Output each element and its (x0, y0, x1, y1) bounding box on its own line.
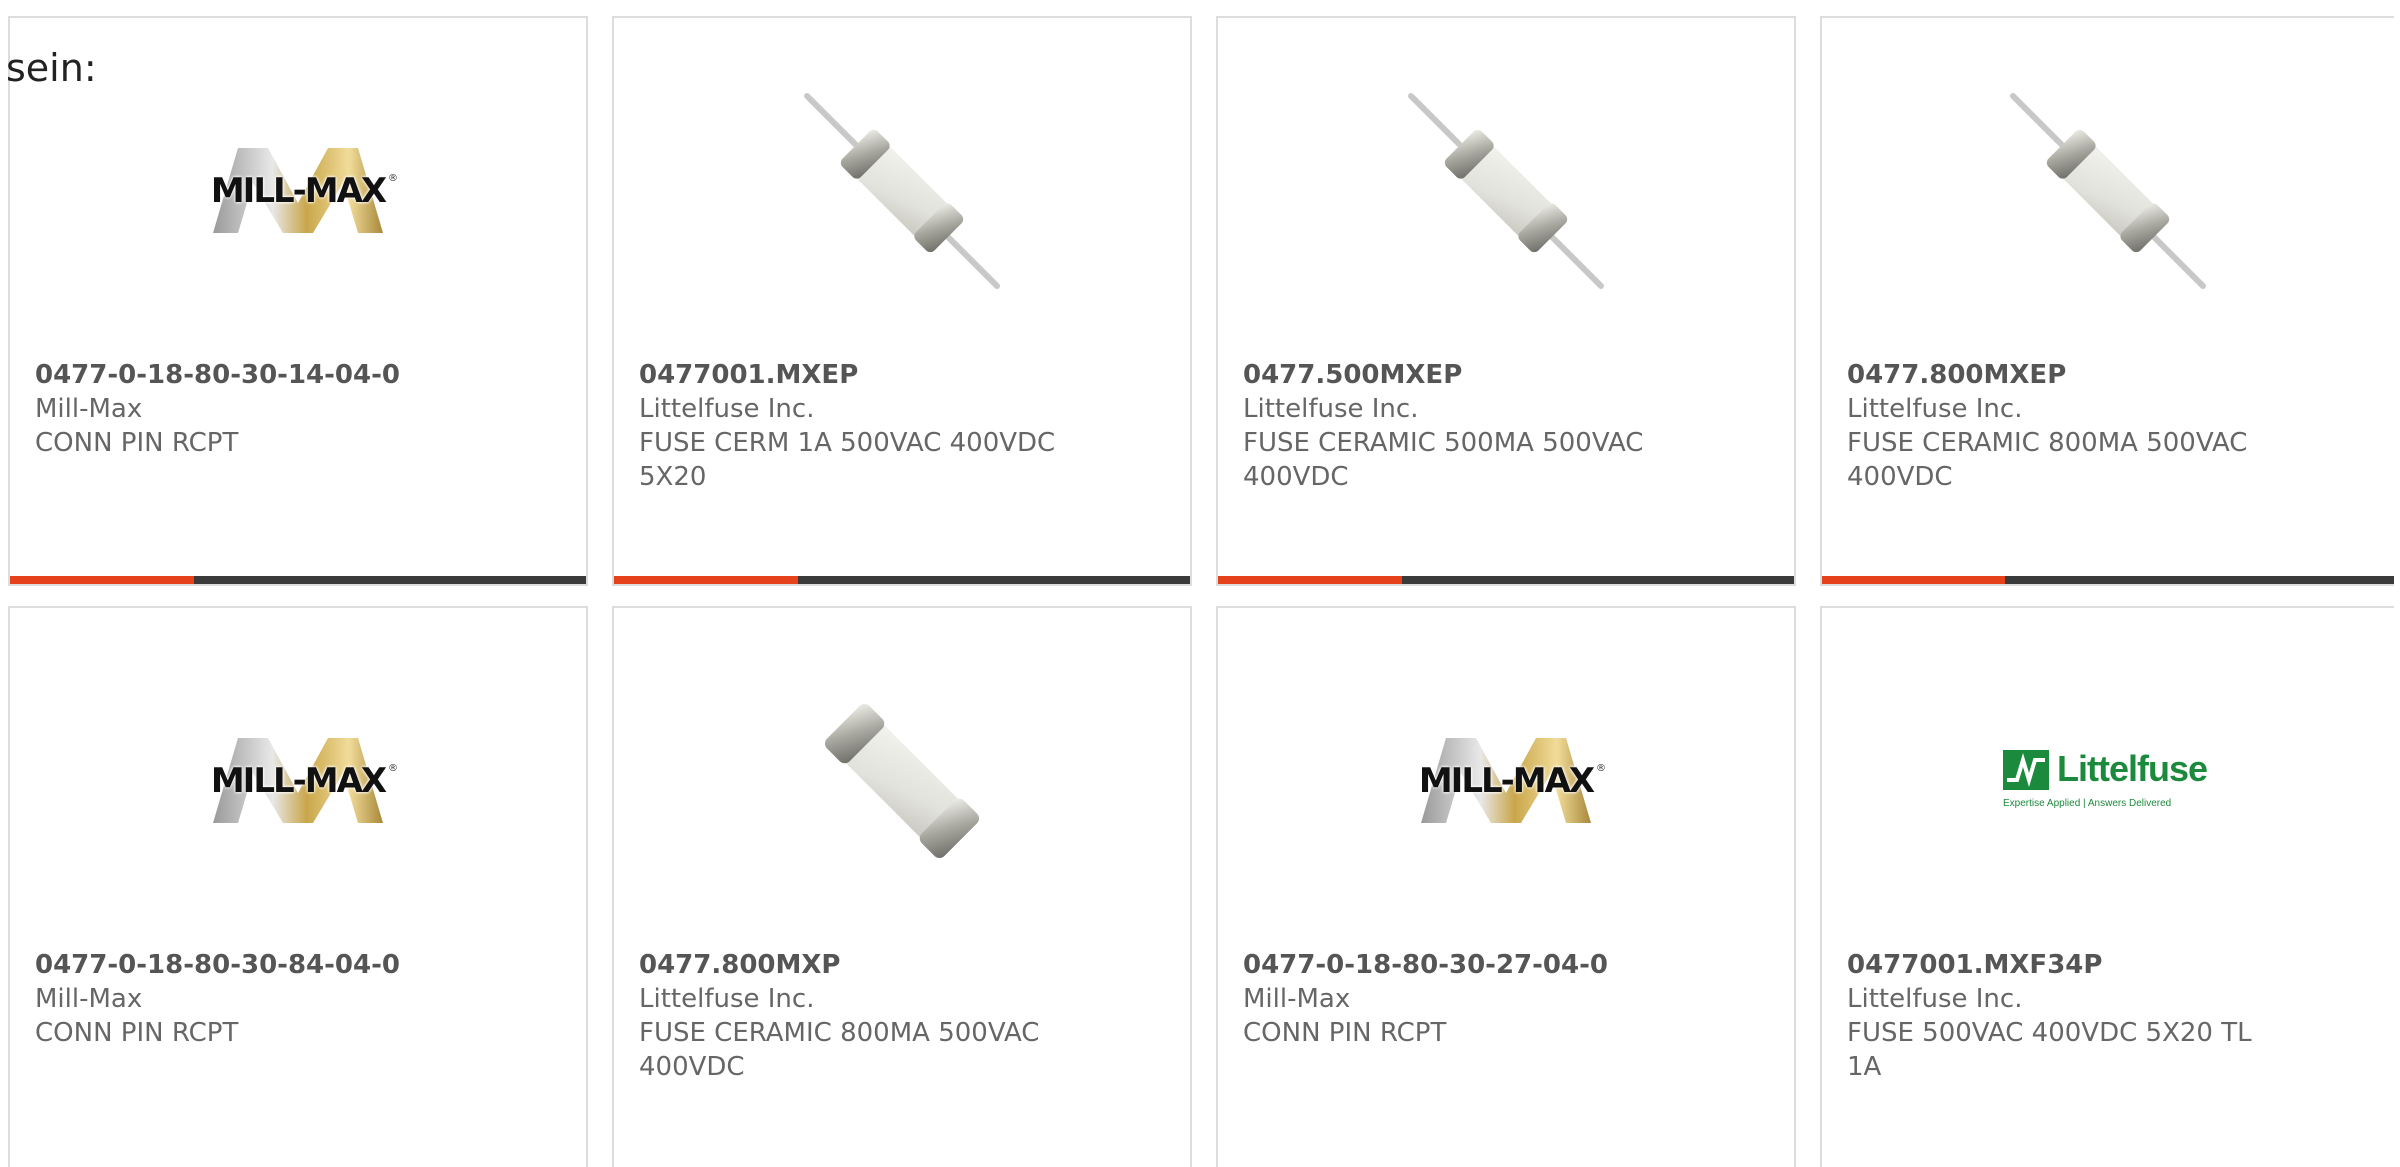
progress-fill (10, 576, 195, 584)
cartridge-fuse-photo (824, 703, 980, 859)
product-info: 0477-0-18-80-30-14-04-0 Mill-Max CONN PI… (35, 358, 465, 460)
description: CONN PIN RCPT (35, 1018, 239, 1048)
mill-max-logo: MILL-MAX ® (198, 143, 398, 239)
manufacturer: Littelfuse Inc. (1847, 984, 2023, 1014)
description: FUSE CERAMIC 500MA 500VAC 400VDC (1243, 428, 1644, 492)
description: FUSE CERAMIC 800MA 500VAC 400VDC (639, 1018, 1040, 1082)
part-number[interactable]: 0477001.MXF34P (1847, 948, 2277, 982)
mill-max-logo: MILL-MAX ® (198, 733, 398, 829)
part-number[interactable]: 0477.500MXEP (1243, 358, 1673, 392)
progress-fill (614, 576, 799, 584)
product-card[interactable]: MILL-MAX ® 0477-0-18-80-30-27-04-0 Mill-… (1216, 606, 1796, 1167)
axial-fuse-photo (1408, 93, 1604, 289)
description: FUSE CERM 1A 500VAC 400VDC 5X20 (639, 428, 1056, 492)
product-info: 0477-0-18-80-30-84-04-0 Mill-Max CONN PI… (35, 948, 465, 1050)
manufacturer: Mill-Max (1243, 984, 1351, 1014)
product-image (614, 676, 1190, 886)
manufacturer: Littelfuse Inc. (1243, 394, 1419, 424)
product-card[interactable]: Littelfuse Expertise Applied | Answers D… (1820, 606, 2394, 1167)
manufacturer: Littelfuse Inc. (1847, 394, 2023, 424)
product-image (614, 86, 1190, 296)
progress-fill (1218, 576, 1403, 584)
product-image (1822, 86, 2394, 296)
product-card[interactable]: 0477001.MXEP Littelfuse Inc. FUSE CERM 1… (612, 16, 1192, 586)
product-info: 0477-0-18-80-30-27-04-0 Mill-Max CONN PI… (1243, 948, 1673, 1050)
product-image: MILL-MAX ® (10, 86, 586, 296)
manufacturer: Mill-Max (35, 394, 143, 424)
product-image: MILL-MAX ® (10, 676, 586, 886)
part-number[interactable]: 0477-0-18-80-30-27-04-0 (1243, 948, 1673, 982)
progress-bar (1218, 576, 1794, 584)
part-number[interactable]: 0477-0-18-80-30-84-04-0 (35, 948, 465, 982)
product-image (1218, 86, 1794, 296)
littelfuse-logo: Littelfuse Expertise Applied | Answers D… (2003, 748, 2208, 809)
product-card[interactable]: 0477.800MXP Littelfuse Inc. FUSE CERAMIC… (612, 606, 1192, 1167)
description: CONN PIN RCPT (1243, 1018, 1447, 1048)
product-card[interactable]: 0477.800MXEP Littelfuse Inc. FUSE CERAMI… (1820, 16, 2394, 586)
progress-bar (1822, 576, 2394, 584)
intro-text: sein: (6, 46, 97, 90)
part-number[interactable]: 0477-0-18-80-30-14-04-0 (35, 358, 465, 392)
part-number[interactable]: 0477.800MXEP (1847, 358, 2277, 392)
manufacturer: Mill-Max (35, 984, 143, 1014)
product-card[interactable]: MILL-MAX ® 0477-0-18-80-30-14-04-0 Mill-… (8, 16, 588, 586)
part-number[interactable]: 0477001.MXEP (639, 358, 1069, 392)
description: FUSE CERAMIC 800MA 500VAC 400VDC (1847, 428, 2248, 492)
product-image: MILL-MAX ® (1218, 676, 1794, 886)
product-card[interactable]: MILL-MAX ® 0477-0-18-80-30-84-04-0 Mill-… (8, 606, 588, 1167)
progress-fill (1822, 576, 2006, 584)
axial-fuse-photo (2010, 93, 2206, 289)
product-info: 0477.500MXEP Littelfuse Inc. FUSE CERAMI… (1243, 358, 1673, 494)
axial-fuse-photo (804, 93, 1000, 289)
mill-max-logo: MILL-MAX ® (1406, 733, 1606, 829)
product-info: 0477.800MXEP Littelfuse Inc. FUSE CERAMI… (1847, 358, 2277, 494)
manufacturer: Littelfuse Inc. (639, 984, 815, 1014)
progress-bar (10, 576, 586, 584)
part-number[interactable]: 0477.800MXP (639, 948, 1069, 982)
description: CONN PIN RCPT (35, 428, 239, 458)
description: FUSE 500VAC 400VDC 5X20 TL 1A (1847, 1018, 2252, 1082)
product-card[interactable]: 0477.500MXEP Littelfuse Inc. FUSE CERAMI… (1216, 16, 1796, 586)
product-grid-page: sein: MILL-MAX ® 0477-0-18-80-30-14-04-0… (0, 0, 2400, 1167)
product-info: 0477001.MXEP Littelfuse Inc. FUSE CERM 1… (639, 358, 1069, 494)
product-info: 0477.800MXP Littelfuse Inc. FUSE CERAMIC… (639, 948, 1069, 1084)
product-info: 0477001.MXF34P Littelfuse Inc. FUSE 500V… (1847, 948, 2277, 1084)
product-grid: MILL-MAX ® 0477-0-18-80-30-14-04-0 Mill-… (8, 16, 2400, 1167)
product-image: Littelfuse Expertise Applied | Answers D… (1822, 676, 2394, 886)
manufacturer: Littelfuse Inc. (639, 394, 815, 424)
progress-bar (614, 576, 1190, 584)
